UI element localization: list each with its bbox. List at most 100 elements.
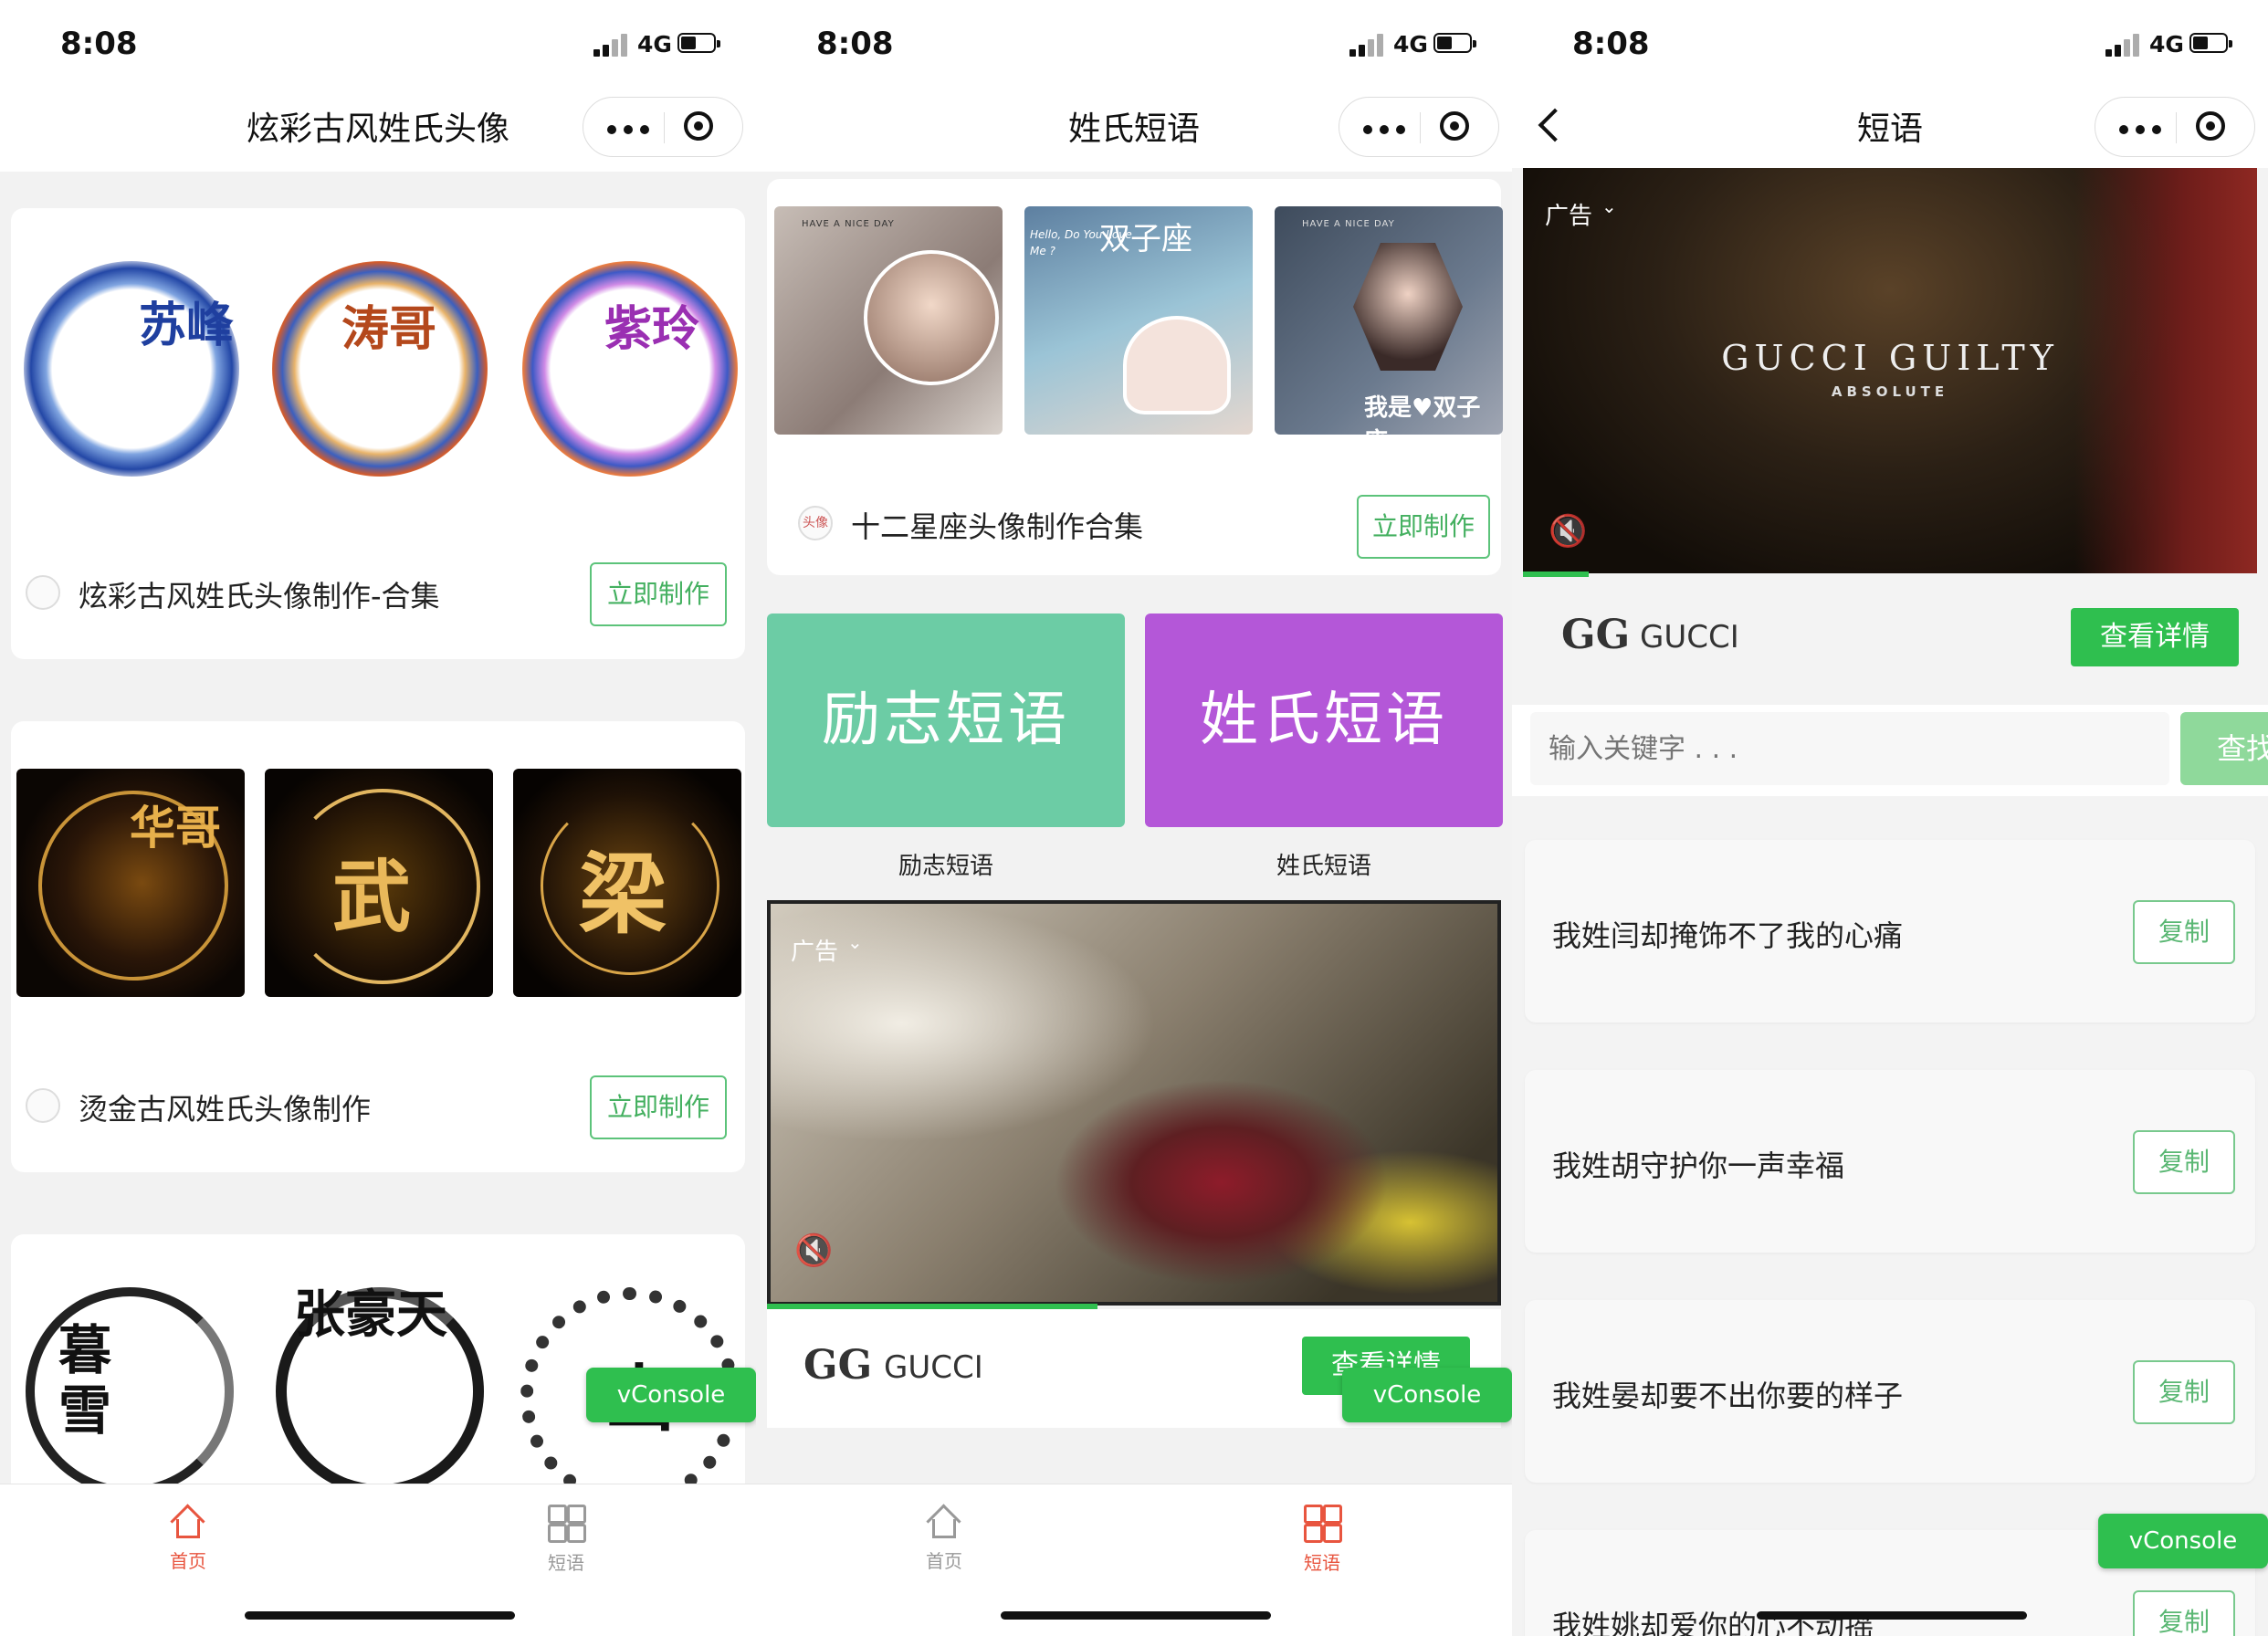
battery-icon [677, 33, 720, 53]
tab-home-label: 首页 [926, 1550, 962, 1572]
avatar-name: 苏峰 [139, 298, 235, 353]
tab-phrases-label: 短语 [1304, 1552, 1340, 1574]
avatar-name: 梁 [579, 843, 667, 946]
image-caption: HAVE A NICE DAY [1302, 219, 1395, 229]
copy-button[interactable]: 复制 [2133, 900, 2235, 964]
panel-avatar-home: 8:08 4G 炫彩古风姓氏头像 苏峰 涛哥 紫玲 炫彩古风姓氏头像制作-合集 … [0, 0, 756, 1636]
more-icon[interactable] [2116, 114, 2170, 142]
close-miniapp-icon[interactable] [2196, 111, 2225, 141]
ad-footer: GG GUCCI 查看详情 [1523, 577, 2257, 699]
video-ad[interactable]: 广告 ⌄ GUCCI GUILTY ABSOLUTE 🔇 [1523, 168, 2257, 573]
battery-icon [1433, 33, 1476, 53]
avatar-image: Hello, Do You Love Me ? 双子座 [1024, 206, 1253, 435]
chevron-down-icon: ⌄ [1601, 195, 1617, 217]
avatar-set-card[interactable]: 苏峰 涛哥 紫玲 炫彩古风姓氏头像制作-合集 立即制作 [11, 208, 745, 659]
mute-icon[interactable]: 🔇 [794, 1232, 833, 1269]
avatar-name: 张豪天 [294, 1285, 447, 1345]
tab-home[interactable]: 首页 [898, 1505, 990, 1573]
view-details-button[interactable]: 查看详情 [2071, 608, 2239, 666]
category-caption: 姓氏短语 [1276, 853, 1371, 880]
home-icon [172, 1505, 205, 1539]
miniapp-capsule [583, 97, 743, 157]
copy-button[interactable]: 复制 [2133, 1590, 2235, 1636]
copy-button[interactable]: 复制 [2133, 1360, 2235, 1424]
tab-phrases-label: 短语 [548, 1552, 584, 1574]
avatar-image: HAVE A NICE DAY 我是♥双子座 [1275, 206, 1503, 435]
signal-icon [2105, 33, 2142, 57]
tab-phrases[interactable]: 短语 [520, 1505, 612, 1575]
avatar-set-card[interactable]: 华哥 武 梁 烫金古风姓氏头像制作 立即制作 [11, 721, 745, 1172]
avatar-name: 暮雪 [58, 1319, 112, 1442]
close-miniapp-icon[interactable] [1440, 111, 1469, 141]
zodiac-label: 双子座 [1099, 221, 1192, 257]
gucci-logo: GG [1561, 612, 1631, 658]
home-indicator [245, 1611, 515, 1620]
signal-icon [1349, 33, 1386, 57]
panel-phrases-list: 8:08 4G 短语 广告 ⌄ GUCCI GUILTY ABSOLUTE 🔇 … [1512, 0, 2268, 1636]
category-caption: 励志短语 [898, 853, 993, 880]
make-now-button[interactable]: 立即制作 [590, 562, 727, 626]
ad-tag[interactable]: 广告 [1545, 197, 1592, 231]
vconsole-button[interactable]: vConsole [586, 1368, 756, 1422]
avatar-image [522, 261, 738, 477]
more-icon[interactable] [1360, 114, 1414, 142]
home-icon [928, 1505, 961, 1539]
tab-home-label: 首页 [170, 1550, 206, 1572]
vconsole-button[interactable]: vConsole [2098, 1514, 2268, 1568]
list-item: 我姓晏却要不出你要的样子 复制 [1525, 1300, 2255, 1483]
avatar-name: 涛哥 [341, 301, 437, 357]
tab-home[interactable]: 首页 [142, 1505, 234, 1573]
vconsole-button[interactable]: vConsole [1342, 1368, 1512, 1422]
card-logo: 头像 [798, 506, 833, 540]
battery-icon [2189, 33, 2232, 53]
avatar-image: HAVE A NICE DAY [774, 206, 1003, 435]
card-title: 十二星座头像制作合集 [851, 509, 1144, 544]
home-indicator [1001, 1611, 1271, 1620]
close-miniapp-icon[interactable] [684, 111, 713, 141]
card-title: 炫彩古风姓氏头像制作-合集 [79, 579, 440, 614]
avatar-name: 武 [332, 851, 411, 943]
search-button[interactable]: 查找 [2180, 712, 2268, 785]
miniapp-capsule [1339, 97, 1499, 157]
ad-tag[interactable]: 广告 [791, 933, 838, 967]
network-label: 4G [1393, 31, 1428, 58]
status-time: 8:08 [60, 26, 138, 62]
search-input[interactable] [1530, 712, 2169, 785]
ad-brand: GUCCI [1640, 619, 1739, 655]
make-now-button[interactable]: 立即制作 [590, 1075, 727, 1139]
quote-text: 我姓闫却掩饰不了我的心痛 [1552, 918, 1904, 953]
card-logo [26, 1088, 60, 1123]
avatar-image [272, 261, 488, 477]
make-now-button[interactable]: 立即制作 [1357, 495, 1490, 559]
zodiac-card[interactable]: HAVE A NICE DAY Hello, Do You Love Me ? … [767, 179, 1503, 575]
search-bar: 查找 [1512, 705, 2268, 796]
ad-subline: ABSOLUTE [1831, 383, 1949, 400]
image-caption: HAVE A NICE DAY [802, 219, 895, 229]
video-ad[interactable]: 广告 ⌄ 🔇 [767, 900, 1501, 1306]
image-caption: 我是♥双子座 [1364, 394, 1481, 435]
copy-button[interactable]: 复制 [2133, 1130, 2235, 1194]
chevron-down-icon: ⌄ [847, 931, 863, 953]
avatar-image [24, 261, 239, 477]
avatar-name: 华哥 [130, 801, 221, 855]
tab-bar: 首页 短语 [756, 1484, 1512, 1636]
gucci-logo: GG [803, 1342, 873, 1389]
home-indicator [1757, 1611, 2027, 1620]
tab-phrases[interactable]: 短语 [1276, 1505, 1368, 1575]
avatar-name: 紫玲 [604, 301, 700, 357]
tab-bar: 首页 短语 [0, 1484, 756, 1636]
mute-icon[interactable]: 🔇 [1549, 513, 1587, 550]
network-label: 4G [2149, 31, 2184, 58]
more-icon[interactable] [604, 114, 658, 142]
quote-text: 我姓姚却爱你的心不动摇 [1552, 1609, 1874, 1636]
category-tile-motivational[interactable]: 励志短语 [767, 614, 1125, 827]
list-item: 我姓闫却掩饰不了我的心痛 复制 [1525, 840, 2255, 1022]
ad-brand: GUCCI [884, 1349, 983, 1386]
ad-headline: GUCCI GUILTY [1721, 338, 2059, 378]
grid-icon [1304, 1505, 1342, 1543]
quote-text: 我姓晏却要不出你要的样子 [1552, 1379, 1904, 1413]
miniapp-capsule [2095, 97, 2255, 157]
signal-icon [593, 33, 630, 57]
network-label: 4G [637, 31, 672, 58]
category-tile-surname[interactable]: 姓氏短语 [1145, 614, 1503, 827]
